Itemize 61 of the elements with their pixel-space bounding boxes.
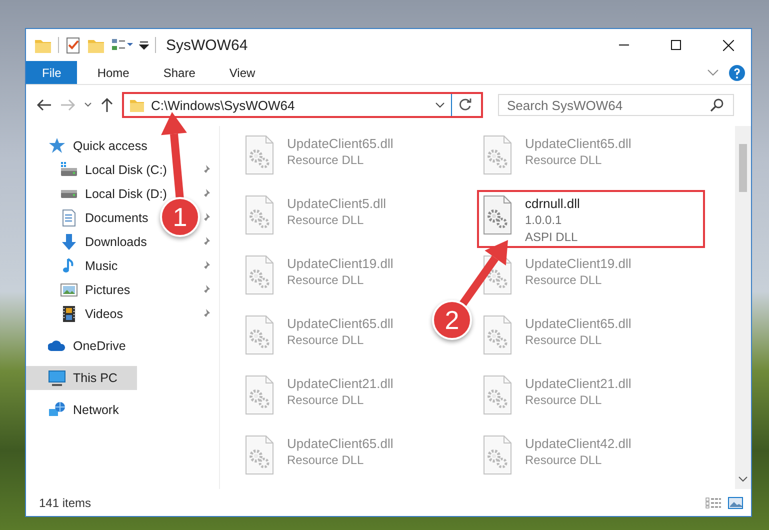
film-icon: [60, 305, 78, 323]
nav-item[interactable]: Documents: [26, 206, 154, 230]
gear-file-icon: [244, 315, 275, 355]
close-icon[interactable]: [722, 40, 734, 50]
expand-ribbon-icon[interactable]: [707, 68, 719, 76]
gear-file-icon: [244, 195, 275, 235]
network-icon: [48, 401, 66, 419]
picture-icon: [60, 281, 78, 299]
file-menu-tab[interactable]: File: [26, 61, 78, 84]
refresh-icon[interactable]: [458, 98, 472, 112]
drive-icon: [60, 161, 78, 179]
gear-file-icon: [482, 255, 513, 295]
details-view-icon[interactable]: [705, 496, 721, 508]
window-title: SysWOW64: [166, 36, 248, 54]
file-item[interactable]: cdrnull.dll 1.0.0.1 ASPI DLL: [477, 190, 705, 248]
nav-item[interactable]: Videos: [26, 302, 129, 326]
gear-file-icon: [482, 375, 513, 415]
gear-file-icon: [482, 195, 513, 235]
recent-locations-caret-icon[interactable]: [84, 102, 92, 108]
nav-item[interactable]: Downloads: [26, 230, 153, 254]
nav-item[interactable]: Local Disk (C:): [26, 158, 173, 182]
gear-file-icon: [244, 255, 275, 295]
scroll-down-icon[interactable]: [738, 475, 748, 483]
large-icons-view-icon[interactable]: [728, 496, 743, 508]
gear-file-icon: [482, 135, 513, 175]
properties-icon[interactable]: [65, 36, 81, 54]
nav-item[interactable]: Pictures: [26, 278, 136, 302]
gear-file-icon: [244, 375, 275, 415]
maximize-icon[interactable]: [671, 40, 681, 50]
up-arrow-icon[interactable]: [100, 97, 114, 113]
ribbon-tab[interactable]: Share: [149, 61, 210, 84]
back-arrow-icon[interactable]: [36, 98, 52, 112]
ribbon-tab[interactable]: Home: [83, 61, 144, 84]
dropdown-caret-icon[interactable]: [139, 40, 149, 50]
address-bar[interactable]: C:\Windows\SysWOW64: [122, 92, 483, 118]
nav-item[interactable]: Music: [26, 254, 124, 278]
dropdown-caret-icon[interactable]: [435, 102, 445, 108]
help-icon[interactable]: [729, 64, 745, 80]
search-icon[interactable]: [710, 98, 724, 112]
star-icon: [48, 137, 66, 155]
folder-icon: [129, 98, 145, 112]
gear-file-icon: [482, 315, 513, 355]
vertical-scrollbar[interactable]: [735, 126, 751, 489]
search-field[interactable]: Search SysWOW64: [498, 94, 734, 116]
download-arrow-icon: [60, 233, 78, 251]
ribbon-tab[interactable]: View: [215, 61, 270, 84]
nav-item[interactable]: Quick access: [26, 134, 154, 158]
nav-item[interactable]: OneDrive: [26, 334, 132, 358]
minimize-icon[interactable]: [619, 44, 629, 46]
item-count: 141 items: [39, 496, 92, 510]
scrollbar-thumb[interactable]: [739, 144, 747, 192]
document-icon: [60, 209, 78, 227]
nav-item[interactable]: This PC: [26, 366, 136, 390]
callout-arrow: [458, 240, 508, 308]
drive-icon: [61, 190, 77, 198]
gear-file-icon: [244, 435, 275, 475]
nav-item[interactable]: Network: [26, 398, 125, 422]
list-view-icon[interactable]: [111, 37, 133, 53]
gear-file-icon: [244, 135, 275, 175]
gear-file-icon: [482, 435, 513, 475]
monitor-icon: [48, 369, 66, 387]
